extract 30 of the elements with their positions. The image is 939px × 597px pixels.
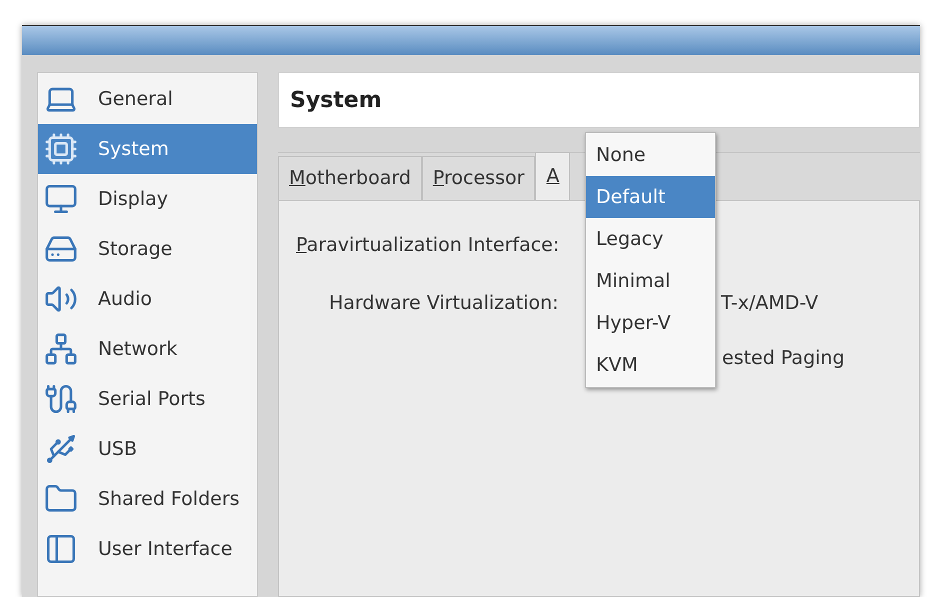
sidebar-item[interactable]: User Interface	[38, 524, 257, 574]
window-icon	[44, 532, 78, 566]
sidebar-item[interactable]: Display	[38, 174, 257, 224]
sidebar-item[interactable]: Serial Ports	[38, 374, 257, 424]
usb-icon	[44, 432, 78, 466]
field-label: Paravirtualization Interface:	[296, 233, 560, 258]
chip-icon	[44, 132, 78, 166]
network-icon	[44, 332, 78, 366]
menu-item[interactable]: KVM	[586, 344, 715, 386]
sidebar-item[interactable]: General	[38, 74, 257, 124]
menu-item[interactable]: None	[586, 134, 715, 176]
sidebar-item[interactable]: USB	[38, 424, 257, 474]
checkbox-label: T-x/AMD-V	[721, 290, 818, 316]
sidebar-item[interactable]: Network	[38, 324, 257, 374]
tab[interactable]: Processor	[422, 156, 536, 200]
menu-item[interactable]: Minimal	[586, 260, 715, 302]
field-label: Hardware Virtualization:	[329, 290, 560, 316]
page-title: System	[290, 86, 382, 114]
menu-item[interactable]: Hyper-V	[586, 302, 715, 344]
menu-item[interactable]: Default	[586, 176, 715, 218]
sidebar-item[interactable]: Storage	[38, 224, 257, 274]
sidebar-item[interactable]: Audio	[38, 274, 257, 324]
menu-item[interactable]: Legacy	[586, 218, 715, 260]
tab[interactable]: A	[535, 152, 570, 200]
tab[interactable]: Motherboard	[278, 156, 422, 200]
sidebar-item[interactable]: Shared Folders	[38, 474, 257, 524]
checkbox-label: ested Paging	[722, 346, 845, 371]
monitor-icon	[44, 182, 78, 216]
cable-icon	[44, 382, 78, 416]
sidebar-item[interactable]: System	[38, 124, 257, 174]
